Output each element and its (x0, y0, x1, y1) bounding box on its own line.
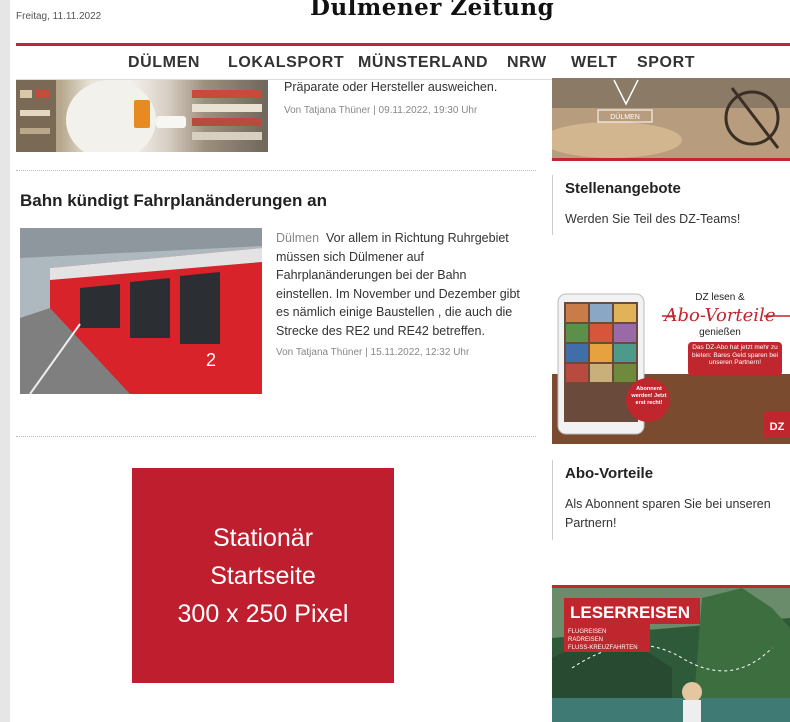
article2-line-5: es nämlich einige Baustellen , die auch … (276, 305, 513, 319)
promo-line-2: Abo-Vorteile (663, 305, 776, 326)
article2-line-1: Vor allem in Richtung Ruhrgebiet (326, 231, 509, 245)
nav-item-nrw[interactable]: NRW (507, 54, 547, 72)
article2-byline: Von Tatjana Thüner | 15.11.2022, 12:32 U… (276, 347, 470, 358)
site-logo[interactable]: Dülmener Zeitung (310, 0, 554, 21)
nav-item-duelmen[interactable]: DÜLMEN (128, 54, 200, 72)
article2-line-6: Strecke des RE2 und RE42 betreffen. (276, 323, 485, 338)
promo-bubble: Das DZ-Abo hat jetzt mehr zu bieten: Bar… (692, 344, 778, 366)
travel-item-2: RADREISEN (568, 637, 603, 643)
left-page-gutter (0, 0, 10, 722)
article2-line-2: müssen sich Dülmener auf (276, 249, 424, 264)
sidebar-jobs-box[interactable]: Stellenangebote Werden Sie Teil des DZ-T… (552, 175, 790, 235)
page: Freitag, 11.11.2022 Dülmener Zeitung DÜL… (10, 0, 790, 722)
ad-placeholder[interactable]: Stationär Startseite 300 x 250 Pixel (132, 468, 394, 683)
nav-item-sport[interactable]: SPORT (637, 54, 695, 72)
sidebar-image-label: DÜLMEN (610, 113, 640, 121)
article-image-train[interactable]: 2 (20, 228, 262, 394)
article1-teaser-text[interactable]: Präparate oder Hersteller ausweichen. (284, 78, 497, 97)
article2-teaser[interactable]: Dülmen Vor allem in Richtung Ruhrgebiet … (276, 229, 536, 340)
sidebar-image-duelmen[interactable]: DÜLMEN (552, 78, 790, 161)
sidebar-promo-abo[interactable]: Abonnent werden! Jetzt erst recht! DZ le… (552, 288, 790, 444)
article2-location: Dülmen (276, 231, 320, 245)
header-bar: Freitag, 11.11.2022 Dülmener Zeitung (10, 0, 790, 44)
sidebar-abo-text: Als Abonnent sparen Sie bei unseren Part… (565, 497, 771, 530)
nav-item-lokalsport[interactable]: LOKALSPORT (228, 54, 344, 72)
promo-line-1: DZ lesen & (695, 292, 745, 303)
article-image-pharmacy[interactable] (16, 80, 268, 152)
sidebar-abo-title[interactable]: Abo-Vorteile (565, 465, 653, 482)
article2-line-3: Fahrplanänderungen bei der Bahn (276, 268, 467, 282)
nav-item-muensterland[interactable]: MÜNSTERLAND (358, 54, 488, 72)
article2-headline[interactable]: Bahn kündigt Fahrplanänderungen an (20, 191, 327, 211)
train-platform-number: 2 (206, 350, 216, 370)
sidebar-jobs-text: Werden Sie Teil des DZ-Teams! (565, 212, 741, 226)
article-separator (16, 436, 536, 437)
ad-line-2: Startseite (210, 561, 316, 590)
article1-byline: Von Tatjana Thüner | 09.11.2022, 19:30 U… (284, 105, 478, 116)
promo-line-3: genießen (699, 327, 741, 338)
ad-line-1: Stationär (212, 523, 314, 552)
article2-line-4: einstellen. Im November und Dezember gib… (276, 286, 520, 301)
ad-line-3: 300 x 250 Pixel (177, 599, 349, 628)
header-date: Freitag, 11.11.2022 (16, 11, 102, 22)
sidebar-jobs-title[interactable]: Stellenangebote (565, 180, 681, 197)
travel-item-1: FLUGREISEN (568, 629, 606, 635)
travel-title: LESERREISEN (570, 603, 690, 622)
travel-item-3: FLUSS-KREUZFAHRTEN (568, 645, 638, 651)
main-navigation: DÜLMEN LOKALSPORT MÜNSTERLAND NRW WELT S… (16, 46, 790, 80)
sidebar-abo-box[interactable]: Abo-Vorteile Als Abonnent sparen Sie bei… (552, 460, 790, 540)
nav-item-welt[interactable]: WELT (571, 54, 618, 72)
promo-corner-logo: DZ (770, 421, 785, 433)
article-separator (16, 170, 536, 171)
sidebar-promo-leserreisen[interactable]: LESERREISEN FLUGREISEN RADREISEN FLUSS-K… (552, 585, 790, 722)
promo-badge: Abonnent werden! Jetzt erst recht! (631, 386, 667, 406)
